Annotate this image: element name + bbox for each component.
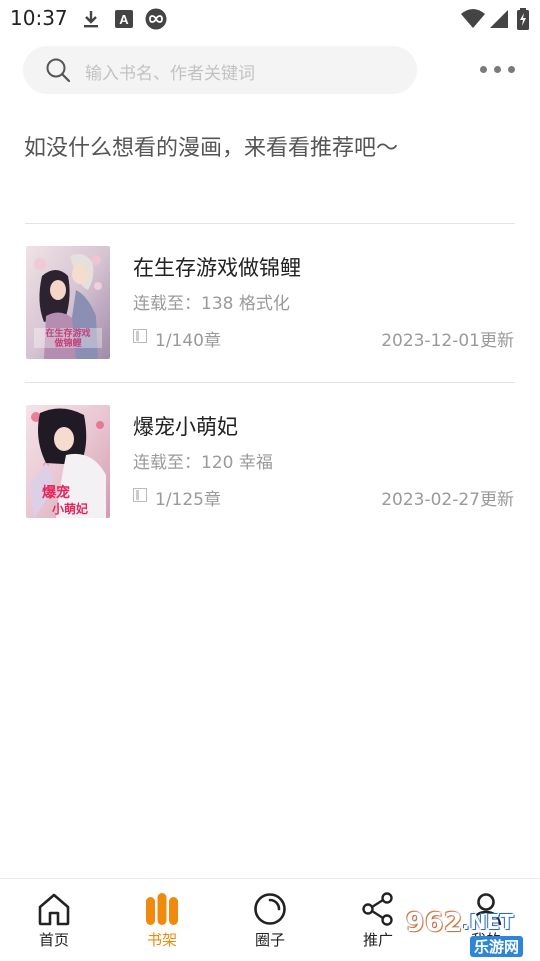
book-title[interactable]: 爆宠小萌妃: [133, 411, 238, 441]
search-icon: [46, 58, 71, 83]
status-bar: 10:37 A: [0, 0, 540, 36]
svg-text:做锦鲤: 做锦鲤: [53, 337, 81, 349]
search-placeholder: 输入书名、作者关键词: [85, 64, 255, 84]
infinity-app-icon: [145, 8, 167, 30]
nav-item-home[interactable]: 首页: [0, 879, 108, 961]
search-input[interactable]: 输入书名、作者关键词: [23, 46, 417, 94]
battery-charging-icon: [517, 8, 529, 30]
book-cover-art: 在生存游戏 做锦鲤: [26, 246, 110, 359]
signal-icon: [490, 10, 508, 28]
book-update-date: 2023-12-01更新: [381, 331, 514, 351]
svg-text:在生存游戏: 在生存游戏: [45, 327, 90, 339]
book-list-item[interactable]: 爆宠 小萌妃 爆宠小萌妃 连载至：120 幸福 1/125章 2023-02-2…: [0, 382, 540, 540]
nav-item-bookshelf[interactable]: 书架: [108, 879, 216, 961]
book-chapter-progress: 1/140章: [155, 331, 221, 351]
chapter-icon: [133, 488, 147, 502]
more-options-button[interactable]: [474, 56, 520, 84]
book-list-item[interactable]: 在生存游戏 做锦鲤 在生存游戏做锦鲤 连载至：138 格式化 1/140章 20…: [0, 223, 540, 381]
book-cover-art: 爆宠 小萌妃: [26, 405, 110, 518]
chapter-icon: [133, 329, 147, 343]
watermark-suffix: .NET: [462, 910, 514, 934]
bookshelf-icon: [146, 893, 178, 925]
nav-label: 书架: [146, 931, 177, 949]
home-icon: [38, 893, 70, 926]
share-icon: [362, 892, 393, 926]
wifi-icon: [461, 9, 485, 28]
status-time: 10:37: [10, 6, 68, 30]
download-icon: [84, 11, 98, 28]
book-chapter-progress: 1/125章: [155, 490, 221, 510]
book-serial-status: 连载至：138 格式化: [133, 294, 290, 314]
recommend-text[interactable]: 如没什么想看的漫画，来看看推荐吧～: [24, 130, 398, 162]
more-dots-icon: [480, 66, 487, 73]
book-cover[interactable]: 爆宠 小萌妃: [26, 405, 110, 518]
watermark-number: 962: [406, 908, 464, 938]
book-serial-status: 连载至：120 幸福: [133, 453, 273, 473]
circle-icon: [254, 893, 286, 925]
site-watermark: 962 .NET 乐游网: [400, 908, 534, 957]
book-title[interactable]: 在生存游戏做锦鲤: [133, 252, 301, 282]
svg-text:A: A: [119, 12, 129, 27]
book-cover[interactable]: 在生存游戏 做锦鲤: [26, 246, 110, 359]
svg-text:爆宠: 爆宠: [42, 484, 70, 501]
a-font-icon: A: [115, 10, 133, 28]
svg-text:小萌妃: 小萌妃: [52, 501, 88, 516]
nav-item-circle[interactable]: 圈子: [216, 879, 324, 961]
watermark-site: 乐游网: [470, 936, 524, 957]
nav-label: 首页: [38, 931, 69, 949]
nav-label: 圈子: [254, 931, 285, 949]
book-update-date: 2023-02-27更新: [381, 490, 514, 510]
